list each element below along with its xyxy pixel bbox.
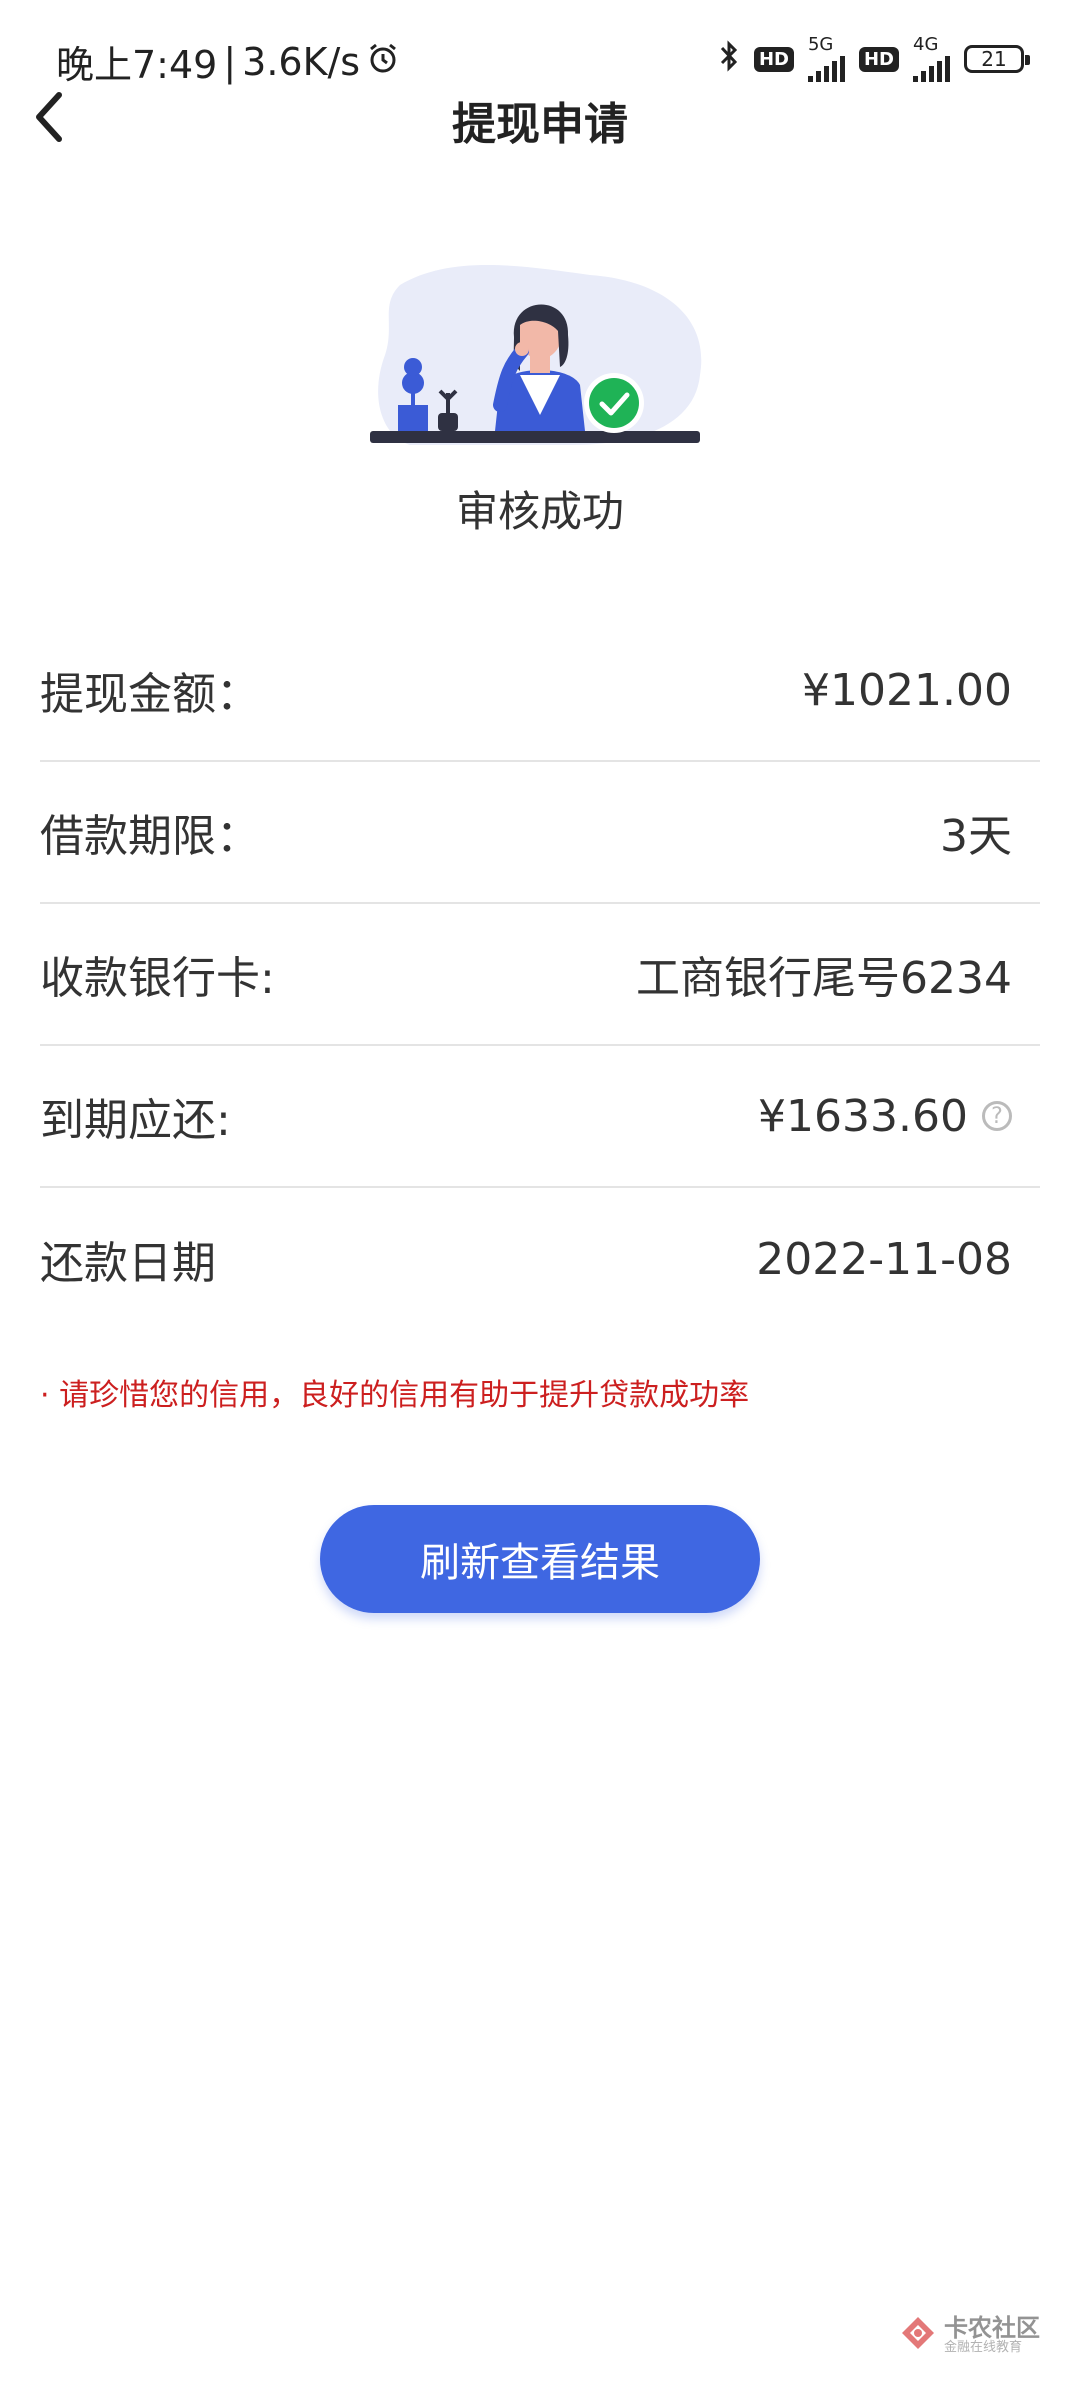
watermark: 卡农社区 金融在线教育	[900, 2315, 1040, 2356]
nav-bar: 提现申请	[0, 74, 1080, 164]
review-success-text: 审核成功	[455, 487, 624, 536]
refresh-result-button[interactable]: 刷新查看结果	[320, 1505, 760, 1613]
hd-badge-1: HD	[753, 46, 794, 72]
repayment-due-value: ¥1633.60 ?	[758, 1091, 1012, 1142]
check-circle-icon	[584, 373, 644, 433]
detail-row-repayment-date: 还款日期 2022-11-08	[40, 1188, 1040, 1330]
term-label: 借款期限：	[40, 811, 260, 862]
bank-card-value-text: 工商银行尾号6234	[636, 953, 1012, 1004]
watermark-logo-icon	[900, 2315, 936, 2355]
withdrawal-details: 提现金额： ¥1021.00 借款期限： 3天 收款银行卡: 工商银行尾号623…	[40, 620, 1040, 1330]
success-illustration	[370, 255, 710, 455]
amount-label: 提现金额：	[40, 669, 260, 720]
watermark-main: 卡农社区	[944, 2314, 1040, 2342]
detail-row-bank-card: 收款银行卡: 工商银行尾号6234	[40, 904, 1040, 1046]
term-value: 3天	[940, 800, 1012, 864]
detail-row-amount: 提现金额： ¥1021.00	[40, 620, 1040, 762]
detail-row-term: 借款期限： 3天	[40, 762, 1040, 904]
network-5g-label: 5G	[807, 34, 834, 55]
watermark-text: 卡农社区 金融在线教育	[944, 2315, 1040, 2356]
term-value-text: 3天	[940, 811, 1012, 862]
battery-icon: 21	[964, 45, 1030, 73]
amount-value: ¥1021.00	[802, 665, 1012, 716]
hd-badge-2: HD	[858, 46, 899, 72]
bluetooth-icon	[718, 39, 740, 79]
network-4g-label: 4G	[913, 34, 939, 55]
repayment-due-label: 到期应还:	[40, 1095, 231, 1146]
question-circle-icon[interactable]: ?	[982, 1101, 1012, 1131]
watermark-sub: 金融在线教育	[944, 2340, 1023, 2356]
bank-card-value: 工商银行尾号6234	[636, 942, 1012, 1006]
repayment-date-label: 还款日期	[40, 1238, 216, 1289]
repayment-due-value-text: ¥1633.60	[758, 1090, 968, 1142]
repayment-date-value-text: 2022-11-08	[756, 1233, 1012, 1285]
detail-row-repayment-due: 到期应还: ¥1633.60 ?	[40, 1046, 1040, 1188]
amount-value-text: ¥1021.00	[802, 664, 1012, 716]
credit-notice: · 请珍惜您的信用，良好的信用有助于提升贷款成功率	[40, 1378, 750, 1413]
bank-card-label: 收款银行卡:	[40, 953, 275, 1004]
repayment-date-value: 2022-11-08	[756, 1234, 1012, 1285]
page-title: 提现申请	[452, 99, 628, 150]
